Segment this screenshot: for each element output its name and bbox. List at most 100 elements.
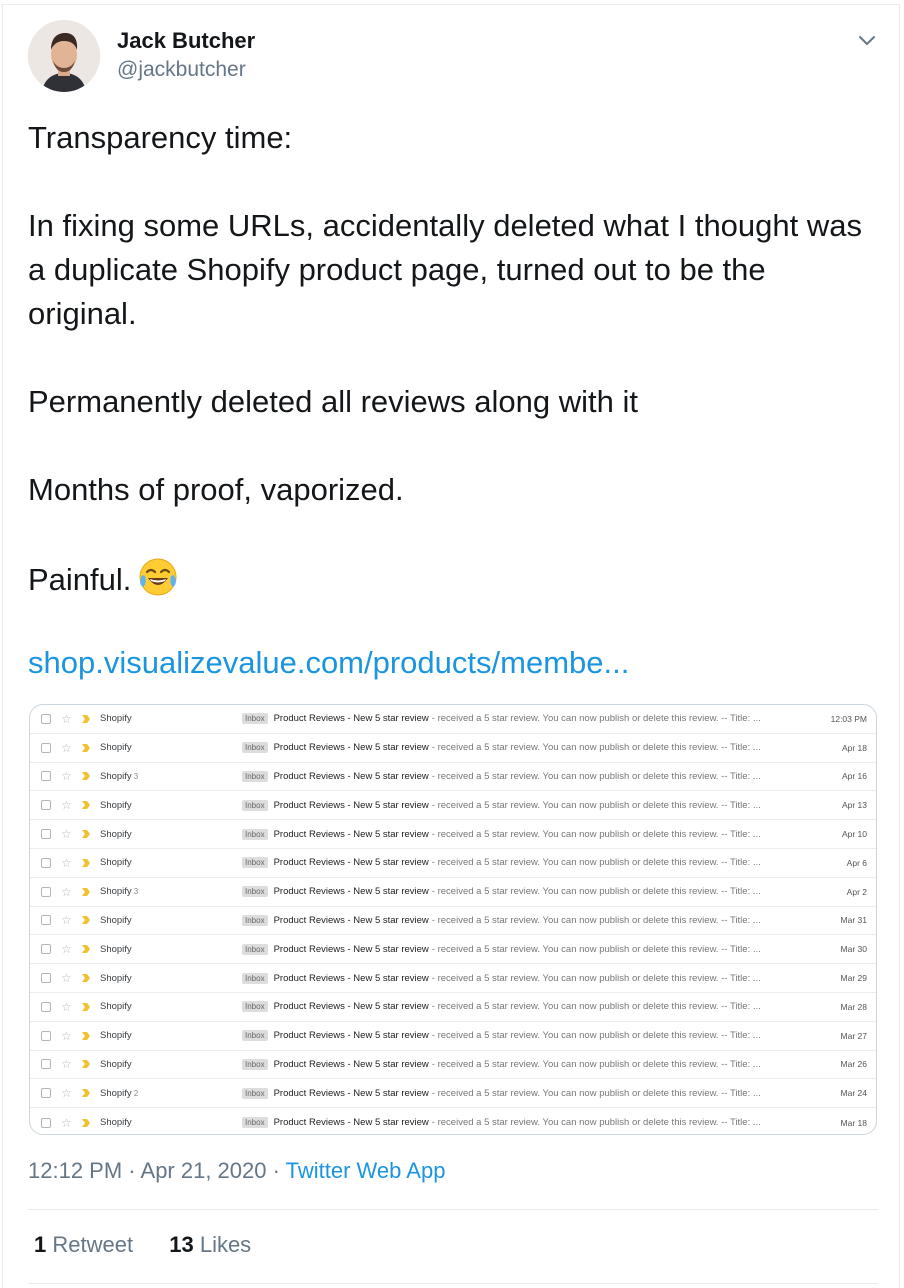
email-date: Apr 18 [841,742,867,753]
retweets-stat[interactable]: 1 Retweet [34,1232,133,1257]
email-sender: Shopify [100,857,132,869]
author-avatar[interactable] [28,20,100,92]
star-icon: ☆ [61,999,72,1014]
tweet-media-image[interactable]: ☆ Shopify Inbox Product Reviews - New 5 sta… [29,704,877,1135]
inbox-badge: Inbox [242,1117,268,1129]
email-snippet: - received a 5 star review. You can now … [431,857,761,869]
checkbox-icon [41,915,51,926]
email-date: Mar 27 [840,1030,867,1041]
email-date: Mar 24 [840,1088,867,1099]
email-sender: Shopify [100,1117,132,1129]
email-date: Mar 26 [840,1059,867,1070]
email-list: ☆ Shopify Inbox Product Reviews - New 5 sta… [30,705,876,1134]
email-snippet: - received a 5 star review. You can now … [431,828,761,840]
inbox-badge: Inbox [242,1087,268,1099]
tweet-last-line: Painful. [28,562,132,597]
email-snippet: - received a 5 star review. You can now … [431,770,761,782]
email-sender: Shopify [100,1058,132,1070]
importance-marker-icon [82,858,90,867]
tweet-source-app[interactable]: Twitter Web App [286,1158,446,1183]
divider [28,1209,878,1210]
meta-separator: · [266,1158,286,1183]
inbox-badge: Inbox [242,943,268,955]
importance-marker-icon [82,916,90,925]
star-icon: ☆ [61,884,72,899]
checkbox-icon [41,886,51,897]
tweet-paragraph-last: Painful. [28,556,878,602]
user-avatar-icon [28,20,100,92]
checkbox-icon [41,1059,51,1070]
thread-count: 3 [133,887,139,897]
divider [28,1283,878,1284]
email-sender: Shopify [100,799,132,811]
email-date: Apr 6 [846,857,867,868]
tweet-date[interactable]: Apr 21, 2020 [141,1158,267,1183]
email-snippet: - received a 5 star review. You can now … [431,943,761,955]
chevron-down-icon[interactable] [856,30,878,52]
email-snippet: - received a 5 star review. You can now … [431,1117,761,1129]
email-subject: Product Reviews - New 5 star review [273,828,429,840]
email-snippet: - received a 5 star review. You can now … [431,713,761,725]
email-subject: Product Reviews - New 5 star review [273,713,429,725]
email-subject: Product Reviews - New 5 star review [273,914,429,926]
importance-marker-icon [82,772,90,781]
email-sender: Shopify [100,914,132,926]
tweet-time[interactable]: 12:12 PM [28,1158,122,1183]
retweets-count: 1 [34,1232,47,1257]
star-icon: ☆ [61,971,72,986]
importance-marker-icon [82,1031,90,1040]
email-date: Mar 28 [840,1001,867,1012]
inbox-badge: Inbox [242,972,268,984]
email-sender: Shopify [100,713,132,725]
star-icon: ☆ [61,913,72,928]
importance-marker-icon [82,945,90,954]
importance-marker-icon [82,1002,90,1011]
email-date: Mar 29 [840,973,867,984]
email-row: ☆ Shopify Inbox Product Reviews - New 5 sta… [30,791,876,821]
tweet-paragraph: Permanently deleted all reviews along wi… [28,384,638,419]
inbox-badge: Inbox [242,713,268,725]
importance-marker-icon [82,974,90,983]
tweet-paragraph: Months of proof, vaporized. [28,472,404,507]
email-subject: Product Reviews - New 5 star review [273,943,429,955]
email-row: ☆ Shopify Inbox Product Reviews - New 5 sta… [30,849,876,878]
email-subject: Product Reviews - New 5 star review [273,770,429,782]
email-row: ☆ Shopify Inbox Product Reviews - New 5 sta… [30,935,876,965]
thread-count: 3 [133,771,139,781]
email-sender: Shopify [100,943,132,955]
tweet-link[interactable]: shop.visualizevalue.com/products/membe..… [28,645,629,681]
author-handle[interactable]: @jackbutcher [117,58,246,82]
email-date: Mar 31 [840,915,867,926]
importance-marker-icon [82,1118,90,1127]
author-name[interactable]: Jack Butcher [117,28,255,54]
email-row: ☆ Shopify Inbox Product Reviews - New 5 sta… [30,1108,876,1134]
importance-marker-icon [82,887,90,896]
checkbox-icon [41,1117,51,1128]
email-subject: Product Reviews - New 5 star review [273,857,429,869]
email-row: ☆ Shopify Inbox Product Reviews - New 5 sta… [30,1022,876,1051]
star-icon: ☆ [61,855,72,870]
email-row: ☆ Shopify Inbox Product Reviews - New 5 sta… [30,705,876,734]
retweets-label: Retweet [52,1232,134,1257]
importance-marker-icon [82,1089,90,1098]
email-date: 12:03 PM [830,713,867,724]
inbox-badge: Inbox [242,914,268,926]
email-subject: Product Reviews - New 5 star review [273,972,429,984]
checkbox-icon [41,713,51,724]
star-icon: ☆ [61,769,72,784]
star-icon: ☆ [61,711,72,726]
importance-marker-icon [82,743,90,752]
email-subject: Product Reviews - New 5 star review [273,1117,429,1129]
star-icon: ☆ [61,1028,72,1043]
inbox-badge: Inbox [242,886,268,898]
likes-stat[interactable]: 13 Likes [169,1232,251,1257]
email-sender: Shopify 2 [100,1087,139,1099]
star-icon: ☆ [61,1086,72,1101]
email-subject: Product Reviews - New 5 star review [273,742,429,754]
email-snippet: - received a 5 star review. You can now … [431,1001,761,1013]
email-snippet: - received a 5 star review. You can now … [431,799,761,811]
email-date: Mar 18 [840,1117,867,1128]
email-subject: Product Reviews - New 5 star review [273,1030,429,1042]
inbox-badge: Inbox [242,1001,268,1013]
email-sender: Shopify [100,828,132,840]
